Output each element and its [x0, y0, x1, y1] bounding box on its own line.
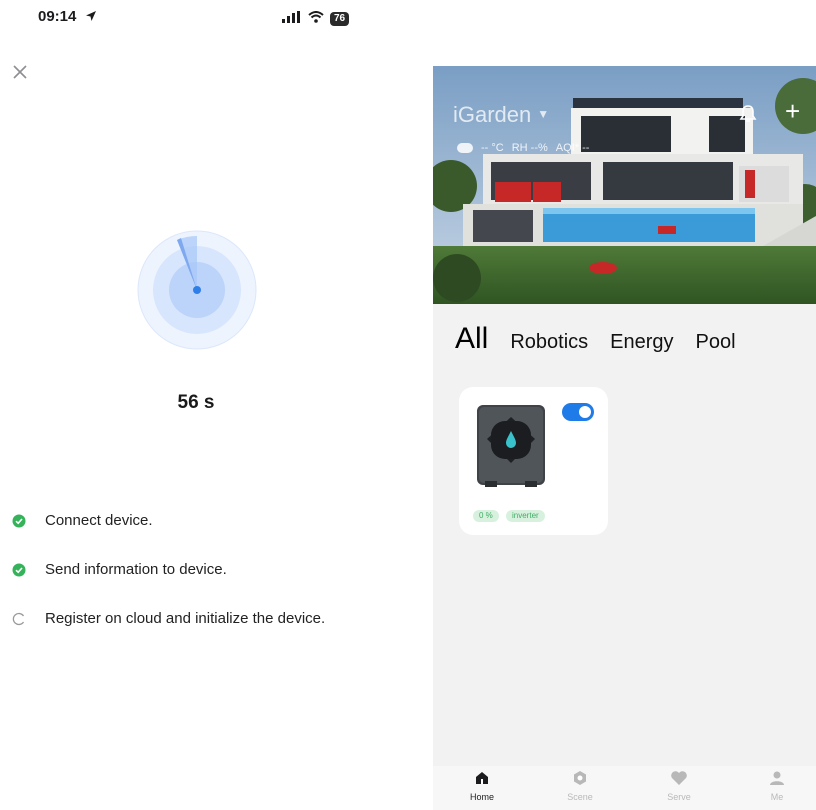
- device-power-toggle[interactable]: [562, 403, 594, 421]
- status-icons: 76: [282, 10, 350, 28]
- step-label: Register on cloud and initialize the dev…: [45, 610, 326, 627]
- nav-label: Serve: [667, 792, 691, 802]
- inverter-device-image: [475, 403, 547, 494]
- nav-serve[interactable]: Serve: [649, 770, 709, 802]
- home-icon: [476, 772, 488, 784]
- bottom-nav: Home Scene Serve Me: [433, 766, 816, 810]
- humidity-text: RH --%: [511, 142, 548, 154]
- category-tabs: All Robotics Energy Pool: [455, 322, 736, 356]
- home-screen: iGarden ▼ + -- °C RH --% AQI* -- All Robo…: [433, 66, 816, 810]
- loading-spinner-icon: [12, 612, 26, 626]
- bell-icon: [739, 105, 757, 122]
- step-label: Send information to device.: [45, 561, 227, 578]
- countdown-timer: 56 s: [177, 392, 215, 413]
- cloud-icon: [457, 143, 473, 153]
- signal-icon: [282, 10, 302, 28]
- radar-scanner: [137, 230, 257, 350]
- step-send-information: Send information to device.: [12, 545, 325, 594]
- tab-all[interactable]: All: [455, 322, 488, 356]
- location-arrow-icon: [85, 9, 97, 26]
- close-button[interactable]: [10, 62, 30, 82]
- nav-label: Home: [469, 792, 494, 802]
- status-time: 09:14: [38, 8, 97, 26]
- pairing-screen: 09:14 76 56 s Connect device. Send infor…: [0, 0, 420, 810]
- home-hero-image: iGarden ▼ + -- °C RH --% AQI* --: [433, 66, 816, 304]
- user-icon: [770, 771, 784, 785]
- add-device-button[interactable]: +: [785, 98, 800, 124]
- wifi-icon: [308, 10, 324, 28]
- check-circle-icon: [12, 563, 26, 577]
- tab-robotics[interactable]: Robotics: [510, 331, 588, 354]
- device-card[interactable]: 0 % inverter: [459, 387, 608, 535]
- temperature-text: -- °C: [481, 142, 504, 154]
- time-text: 09:14: [38, 8, 77, 25]
- status-badge-percent: 0 %: [473, 510, 499, 522]
- status-badge-type: inverter: [506, 510, 545, 522]
- step-connect-device: Connect device.: [12, 496, 325, 545]
- plus-icon: +: [785, 96, 801, 126]
- notification-button[interactable]: [739, 104, 757, 124]
- aqi-text: AQI* --: [555, 142, 590, 154]
- step-register-cloud: Register on cloud and initialize the dev…: [12, 594, 325, 643]
- step-label: Connect device.: [45, 512, 153, 529]
- home-selector[interactable]: iGarden ▼: [453, 102, 549, 128]
- nav-scene[interactable]: Scene: [550, 770, 610, 802]
- pairing-steps: Connect device. Send information to devi…: [12, 496, 325, 643]
- caret-down-icon: ▼: [537, 107, 550, 121]
- nav-label: Me: [770, 792, 784, 802]
- weather-info: -- °C RH --% AQI* --: [457, 142, 589, 154]
- battery-indicator: 76: [330, 12, 350, 26]
- radar-icon: [137, 230, 257, 350]
- nav-home[interactable]: Home: [452, 770, 512, 802]
- status-bar: 09:14 76: [0, 0, 420, 40]
- home-name-text: iGarden: [453, 102, 532, 127]
- tab-pool[interactable]: Pool: [696, 331, 736, 354]
- scene-icon: [574, 771, 586, 785]
- nav-label: Scene: [567, 792, 593, 802]
- toggle-knob: [579, 406, 591, 418]
- heart-icon: [671, 771, 687, 785]
- tab-energy[interactable]: Energy: [610, 331, 673, 354]
- close-icon: [13, 65, 27, 79]
- check-circle-icon: [12, 514, 26, 528]
- nav-me[interactable]: Me: [747, 770, 807, 802]
